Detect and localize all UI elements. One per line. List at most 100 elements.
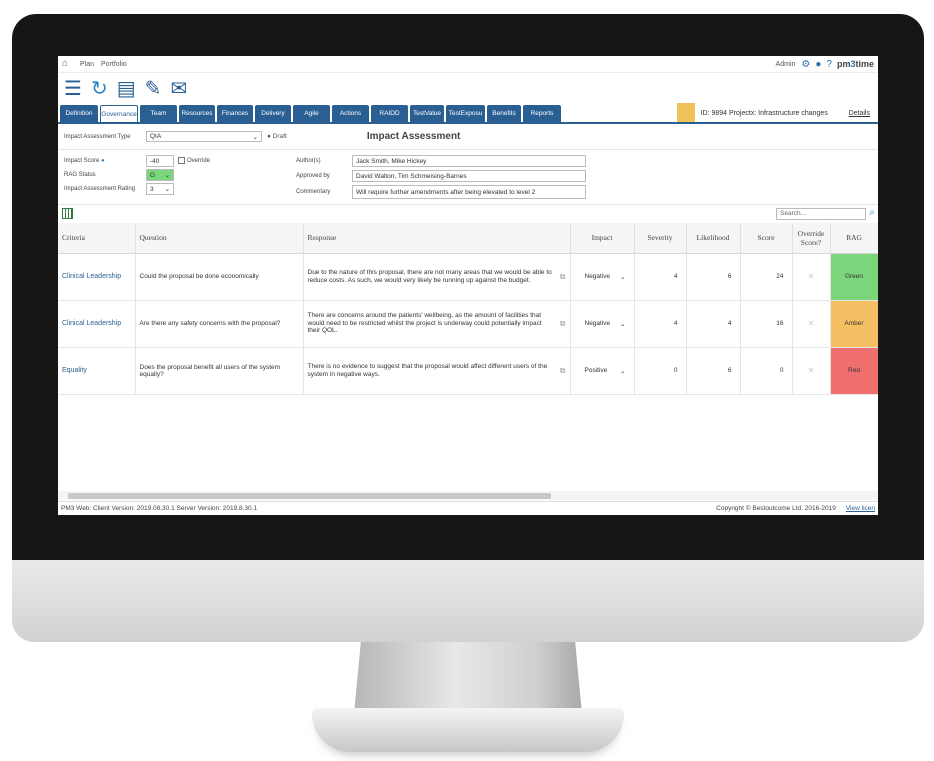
table-row[interactable]: Clinical Leadership Are there any safety… [58, 300, 878, 348]
close-icon[interactable]: ✕ [808, 272, 815, 281]
override-cell[interactable]: ✕ [792, 253, 831, 301]
impact-score-label: Impact Score ● [64, 158, 105, 164]
nav-portfolio[interactable]: Portfolio [101, 61, 127, 68]
header-question[interactable]: Question [135, 223, 304, 254]
assessment-table: Criteria Question Response Impact Severi… [58, 223, 878, 395]
header-severity[interactable]: Severity [634, 223, 687, 254]
header-criteria[interactable]: Criteria [58, 223, 136, 254]
tab-actions[interactable]: Actions [332, 105, 369, 122]
table-row[interactable]: Clinical Leadership Could the proposal b… [58, 253, 878, 301]
gear-icon[interactable]: ⚙ [801, 59, 810, 70]
tab-agile[interactable]: Agile [293, 105, 330, 122]
attach-icon[interactable]: ✎ [145, 79, 162, 99]
assessment-type-select[interactable]: QIA ⌄ [146, 131, 262, 142]
rag-cell[interactable]: Amber [830, 300, 878, 348]
tab-governance[interactable]: Governance [100, 105, 138, 122]
search-input[interactable]: Search... [776, 208, 866, 220]
chevron-down-icon[interactable]: ⌄ [620, 367, 625, 375]
response-cell[interactable]: There is no evidence to suggest that the… [303, 347, 571, 395]
header-rag[interactable]: RAG [830, 223, 878, 254]
rag-cell[interactable]: Red [830, 347, 878, 395]
rating-label: Impact Assessment Rating [64, 186, 136, 192]
tab-finances[interactable]: Finances [217, 105, 253, 122]
horizontal-scrollbar[interactable] [58, 491, 878, 500]
version-info: PM3 Web: Client Version: 2019.08.30.1 Se… [61, 505, 258, 512]
impact-cell[interactable]: Positive ⌄ [570, 347, 635, 395]
chevron-down-icon: ⌄ [164, 186, 170, 193]
severity-cell[interactable]: 4 [634, 253, 687, 301]
user-icon[interactable]: ● [815, 59, 821, 70]
status-indicator [676, 103, 695, 122]
commentary-label: Commentary [296, 189, 331, 195]
likelihood-cell[interactable]: 6 [686, 253, 741, 301]
authors-field[interactable]: Jack Smith, Mike Hickey [352, 155, 586, 167]
override-cell[interactable]: ✕ [792, 300, 831, 348]
commentary-field[interactable]: Will require further amendments after be… [352, 185, 586, 199]
user-name[interactable]: Admin [776, 61, 796, 68]
tab-resources[interactable]: Resources [179, 105, 215, 122]
rating-select[interactable]: 3 ⌄ [146, 183, 174, 195]
refresh-icon[interactable]: ↻ [91, 79, 108, 99]
project-id: ID: 9894 Projectx: Infrastructure change… [700, 110, 828, 117]
impact-cell[interactable]: Negative ⌄ [570, 253, 635, 301]
header-override-score[interactable]: Override Score? [792, 223, 831, 254]
tab-bar: Definition Governance Team Resources Fin… [58, 103, 878, 124]
details-link[interactable]: Details [849, 110, 870, 117]
rag-status-label: RAG Status [64, 172, 96, 178]
table-header-row: Criteria Question Response Impact Severi… [58, 223, 878, 254]
tab-benefits[interactable]: Benefits [487, 105, 521, 122]
tab-testexposure[interactable]: TestExposu [446, 105, 485, 122]
response-cell[interactable]: There are concerns around the patients' … [303, 300, 571, 348]
close-icon[interactable]: ✕ [808, 319, 815, 328]
severity-cell[interactable]: 4 [634, 300, 687, 348]
tab-definition[interactable]: Definition [60, 105, 98, 122]
tab-raidd[interactable]: RAIDD [371, 105, 408, 122]
response-cell[interactable]: Due to the nature of this proposal, ther… [303, 253, 571, 301]
table-row[interactable]: Equality Does the proposal benefit all u… [58, 347, 878, 395]
score-cell: 16 [740, 300, 793, 348]
severity-cell[interactable]: 0 [634, 347, 687, 395]
email-icon[interactable]: ✉ [170, 79, 187, 99]
licence-link[interactable]: View licen [846, 505, 875, 512]
tab-team[interactable]: Team [140, 105, 177, 122]
score-cell: 0 [740, 347, 793, 395]
assessment-type-label: Impact Assessment Type [64, 133, 131, 140]
status-draft: ● Draft [267, 133, 287, 140]
scrollbar-thumb[interactable] [68, 493, 551, 499]
external-link-icon[interactable]: ⧉ [560, 366, 566, 376]
search-icon[interactable]: ⌕ [869, 207, 875, 218]
chevron-down-icon[interactable]: ⌄ [620, 320, 625, 328]
tab-reports[interactable]: Reports [523, 105, 561, 122]
info-icon[interactable]: ● [101, 158, 105, 164]
rag-cell[interactable]: Green [830, 253, 878, 301]
header-impact[interactable]: Impact [570, 223, 635, 254]
rag-status-select[interactable]: G ⌄ [146, 169, 174, 181]
override-cell[interactable]: ✕ [792, 347, 831, 395]
monitor-stand-neck [354, 642, 582, 714]
header-response[interactable]: Response [303, 223, 571, 254]
tab-testvalue[interactable]: TestValue [410, 105, 444, 122]
home-icon[interactable]: ⌂ [62, 59, 74, 69]
likelihood-cell[interactable]: 4 [686, 300, 741, 348]
help-icon[interactable]: ? [826, 59, 832, 70]
close-icon[interactable]: ✕ [808, 366, 815, 375]
external-link-icon[interactable]: ⧉ [560, 319, 566, 329]
print-icon[interactable]: ▤ [117, 79, 136, 99]
external-link-icon[interactable]: ⧉ [560, 272, 566, 282]
nav-plan[interactable]: Plan [80, 61, 94, 68]
approved-label: Approved by [296, 173, 330, 179]
chevron-down-icon[interactable]: ⌄ [620, 273, 625, 281]
tab-delivery[interactable]: Delivery [255, 105, 291, 122]
impact-score-field[interactable]: -40 [146, 155, 174, 167]
menu-icon[interactable]: ☰ [64, 79, 82, 99]
override-checkbox[interactable]: Override [178, 157, 210, 164]
likelihood-cell[interactable]: 6 [686, 347, 741, 395]
grid-settings-icon[interactable] [62, 208, 73, 219]
impact-cell[interactable]: Negative ⌄ [570, 300, 635, 348]
authors-label: Author(s) [296, 158, 321, 164]
header-score[interactable]: Score [740, 223, 793, 254]
header-likelihood[interactable]: Likelihood [686, 223, 741, 254]
score-cell: 24 [740, 253, 793, 301]
approved-field[interactable]: David Walton, Tim Schmeising-Barnes [352, 170, 586, 182]
page-title: Impact Assessment [366, 131, 461, 142]
